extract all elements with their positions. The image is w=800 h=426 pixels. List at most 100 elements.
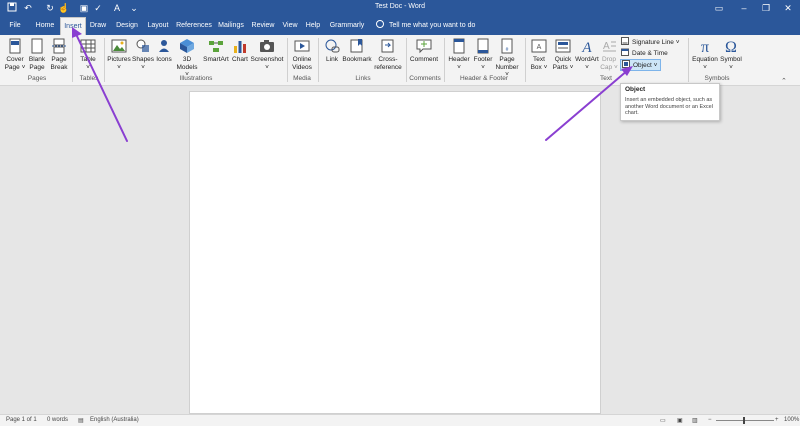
web-layout-icon[interactable]: ▥	[692, 417, 698, 424]
group-symbols: Symbols	[704, 75, 730, 82]
tab-home[interactable]: Home	[33, 17, 57, 35]
chart-button[interactable]: Chart	[231, 38, 249, 64]
screenshot-button[interactable]: Screenshot ˅	[250, 38, 284, 71]
page-break-button[interactable]: Page Break	[49, 38, 69, 71]
tab-references[interactable]: References	[175, 17, 213, 35]
object-tooltip: Object Insert an embedded object, such a…	[620, 83, 720, 121]
comment-label: Comment	[409, 56, 439, 63]
table-button[interactable]: Table ˅	[76, 38, 100, 71]
wordart-button[interactable]: A WordArt ˅	[574, 38, 600, 71]
group-pages: Pages	[27, 75, 47, 82]
pictures-button[interactable]: Pictures ˅	[107, 38, 131, 71]
svg-text:A: A	[581, 40, 592, 54]
group-tables: Tables	[79, 75, 99, 82]
comment-button[interactable]: Comment	[409, 38, 439, 64]
tab-view[interactable]: View	[281, 17, 299, 35]
cross-reference-button[interactable]: Cross-reference	[373, 38, 403, 71]
tab-file[interactable]: File	[4, 17, 26, 35]
zoom-slider-thumb[interactable]	[743, 417, 745, 424]
language[interactable]: English (Australia)	[90, 417, 139, 423]
quick-parts-button[interactable]: Quick Parts ˅	[551, 38, 575, 71]
online-videos-button[interactable]: Online Videos	[290, 38, 314, 71]
icons-button[interactable]: Icons	[155, 38, 173, 64]
screenshot-label: Screenshot	[250, 56, 284, 63]
blank-page-button[interactable]: Blank Page	[27, 38, 47, 71]
tab-layout[interactable]: Layout	[144, 17, 172, 35]
title-bar: ↶ ↻ ☝ ▣ ✓ A ⌄ Test Doc - Word ▭ – ❐ ✕	[0, 0, 800, 17]
tab-draw[interactable]: Draw	[88, 17, 108, 35]
tell-me-search[interactable]: Tell me what you want to do	[376, 17, 475, 35]
drop-cap-label-2: Cap ˅	[600, 63, 618, 71]
divider	[104, 38, 105, 82]
footer-button[interactable]: Footer ˅	[472, 38, 494, 71]
document-page[interactable]	[189, 91, 601, 414]
ribbon-display-icon[interactable]: ▭	[710, 1, 728, 15]
zoom-in-icon[interactable]: +	[775, 417, 779, 423]
symbol-button[interactable]: Ω Symbol ˅	[719, 38, 743, 71]
shapes-button[interactable]: Shapes ˅	[132, 38, 154, 71]
3d-models-button[interactable]: 3D Models ˅	[174, 38, 200, 79]
quick-parts-label: Quick	[554, 56, 572, 63]
print-layout-icon[interactable]: ▣	[677, 417, 683, 424]
divider	[688, 38, 689, 82]
restore-icon[interactable]: ❐	[757, 1, 775, 15]
table-label-2: ˅	[86, 63, 90, 71]
header-icon	[453, 38, 465, 54]
read-mode-icon[interactable]: ▭	[660, 417, 666, 424]
cover-page-icon	[9, 38, 21, 54]
date-time-button[interactable]: Date & Time	[621, 48, 668, 58]
tell-me-label: Tell me what you want to do	[389, 22, 476, 29]
tab-review[interactable]: Review	[250, 17, 276, 35]
link-button[interactable]: Link	[323, 38, 341, 64]
collapse-ribbon-icon[interactable]: ⌃	[781, 77, 787, 85]
calendar-icon	[621, 48, 629, 56]
svg-text:π: π	[701, 39, 709, 54]
word-count[interactable]: 0 words	[47, 417, 68, 423]
cover-page-label-2: Page ˅	[4, 63, 26, 71]
shapes-icon	[136, 39, 149, 52]
smartart-button[interactable]: SmartArt	[202, 38, 230, 64]
page-number-icon: #	[501, 38, 513, 54]
close-icon[interactable]: ✕	[779, 1, 797, 15]
smartart-icon	[209, 41, 223, 52]
blank-page-label-2: Page	[29, 63, 45, 71]
footer-label: Footer	[473, 56, 493, 63]
object-button[interactable]: Object ˅	[620, 59, 662, 71]
window-title: Test Doc - Word	[374, 3, 426, 10]
bookmark-icon	[350, 39, 363, 53]
proofing-icon[interactable]: ▤	[78, 417, 84, 424]
page-number-button[interactable]: # Page Number ˅	[493, 38, 521, 79]
zoom-out-icon[interactable]: −	[708, 417, 712, 423]
tab-mailings[interactable]: Mailings	[216, 17, 246, 35]
3d-models-label: 3D	[182, 56, 192, 63]
cover-page-button[interactable]: Cover Page ˅	[4, 38, 26, 71]
minimize-icon[interactable]: –	[735, 1, 753, 15]
tab-help[interactable]: Help	[304, 17, 322, 35]
pictures-icon	[111, 39, 127, 53]
header-button[interactable]: Header ˅	[447, 38, 471, 71]
page-count[interactable]: Page 1 of 1	[6, 417, 37, 423]
tooltip-title: Object	[625, 86, 646, 93]
screenshot-label-2: ˅	[265, 63, 269, 71]
zoom-level[interactable]: 100%	[784, 417, 799, 423]
bookmark-button[interactable]: Bookmark	[342, 38, 372, 64]
group-links: Links	[355, 75, 371, 82]
object-icon	[622, 60, 630, 68]
group-illustrations: Illustrations	[179, 75, 213, 82]
text-box-label-2: Box ˅	[530, 63, 548, 71]
tab-insert[interactable]: Insert	[60, 17, 86, 35]
text-box-icon: A	[531, 39, 547, 53]
video-icon	[294, 40, 310, 52]
drop-cap-button[interactable]: A Drop Cap ˅	[599, 38, 619, 71]
tab-grammarly[interactable]: Grammarly	[328, 17, 366, 35]
tab-design[interactable]: Design	[113, 17, 141, 35]
text-box-button[interactable]: A Text Box ˅	[528, 38, 550, 71]
footer-icon	[477, 38, 489, 54]
tooltip-description: Insert an embedded object, such as anoth…	[625, 97, 713, 116]
link-label: Link	[326, 56, 338, 63]
signature-line-button[interactable]: Signature Line ˅	[621, 37, 680, 47]
equation-button[interactable]: π Equation ˅	[691, 38, 719, 71]
cross-reference-icon	[381, 39, 394, 53]
group-comments: Comments	[409, 75, 441, 82]
zoom-slider-track[interactable]	[716, 420, 774, 421]
